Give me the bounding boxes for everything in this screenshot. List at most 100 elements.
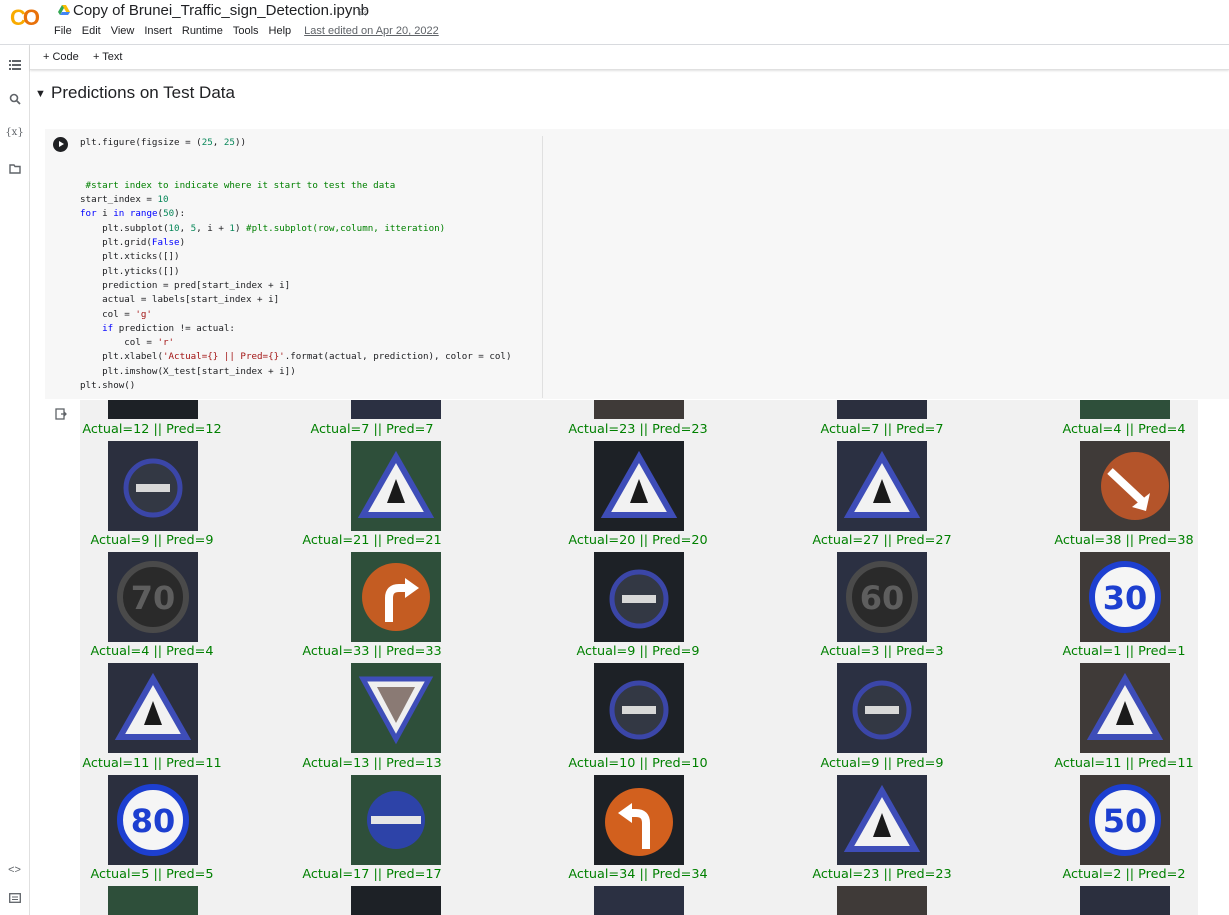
prediction-image: [351, 552, 441, 642]
code-line: plt.imshow(X_test[start_index + i]): [80, 365, 296, 377]
code-line: for i in range(50):: [80, 208, 186, 220]
prediction-label: Actual=34 || Pred=34: [568, 867, 708, 882]
prediction-image: 30: [1080, 552, 1170, 642]
code-line: plt.grid(False): [80, 237, 186, 249]
code-line: plt.xticks([]): [80, 251, 180, 263]
prediction-label: Actual=23 || Pred=23: [812, 867, 952, 882]
prediction-image: [837, 775, 927, 865]
code-line: #start index to indicate where it start …: [85, 179, 396, 191]
prediction-label: Actual=9 || Pred=9: [90, 533, 214, 548]
collapse-section-icon[interactable]: ▼: [35, 88, 46, 100]
prediction-label: Actual=12 || Pred=12: [82, 422, 222, 437]
svg-text:70: 70: [131, 579, 176, 617]
cell-output: Actual=12 || Pred=12 Actual=7 || Pred=7 Ac…: [80, 400, 1198, 915]
prediction-label: Actual=7 || Pred=7: [310, 422, 434, 437]
svg-text:80: 80: [131, 802, 176, 840]
search-icon[interactable]: [0, 93, 29, 108]
variables-icon[interactable]: {x}: [0, 127, 29, 138]
drive-icon: [58, 5, 70, 15]
menu-runtime[interactable]: Runtime: [182, 25, 223, 37]
prediction-image: 70: [108, 552, 198, 642]
prediction-image: [837, 441, 927, 531]
prediction-label: Actual=1 || Pred=1: [1062, 644, 1186, 659]
prediction-image: 80: [108, 775, 198, 865]
colab-logo[interactable]: CO: [10, 5, 40, 31]
prediction-image: [351, 775, 441, 865]
code-line: if prediction != actual:: [102, 322, 235, 334]
run-cell-button[interactable]: [53, 137, 68, 152]
prediction-label: Actual=4 || Pred=4: [90, 644, 214, 659]
prediction-image: [594, 400, 684, 419]
prediction-image: [837, 400, 927, 419]
prediction-image: [837, 886, 927, 915]
add-code-button[interactable]: + Code: [43, 51, 79, 63]
code-line: plt.show(): [80, 380, 136, 392]
prediction-image: [108, 400, 198, 419]
last-edited-link[interactable]: Last edited on Apr 20, 2022: [304, 25, 439, 37]
editor-ruler: [542, 136, 543, 398]
code-line: plt.yticks([]): [80, 265, 180, 277]
code-line: col = 'r': [80, 337, 175, 349]
prediction-image: [351, 663, 441, 753]
prediction-label: Actual=38 || Pred=38: [1054, 533, 1194, 548]
prediction-image: [594, 886, 684, 915]
prediction-image: [594, 552, 684, 642]
star-icon[interactable]: ☆: [356, 2, 369, 20]
prediction-label: Actual=7 || Pred=7: [820, 422, 944, 437]
prediction-label: Actual=27 || Pred=27: [812, 533, 952, 548]
prediction-image: [351, 441, 441, 531]
code-line: actual = labels[start_index + i]: [80, 294, 280, 306]
prediction-image: [594, 441, 684, 531]
prediction-image: [108, 663, 198, 753]
prediction-label: Actual=2 || Pred=2: [1062, 867, 1186, 882]
menu-tools[interactable]: Tools: [233, 25, 259, 37]
terminal-icon[interactable]: [0, 892, 29, 906]
prediction-image: [594, 775, 684, 865]
prediction-label: Actual=9 || Pred=9: [820, 756, 944, 771]
menu-bar: File Edit View Insert Runtime Tools Help…: [54, 25, 439, 37]
menu-insert[interactable]: Insert: [144, 25, 172, 37]
left-rail: {x} <>: [0, 45, 30, 915]
toc-icon[interactable]: [0, 59, 29, 73]
prediction-label: Actual=20 || Pred=20: [568, 533, 708, 548]
prediction-image: [108, 886, 198, 915]
prediction-image: [1080, 663, 1170, 753]
code-line: plt.figure(figsize = (25, 25)): [80, 137, 247, 148]
code-line: prediction = pred[start_index + i]: [80, 279, 291, 291]
prediction-image: [351, 886, 441, 915]
add-text-button[interactable]: + Text: [93, 51, 122, 63]
prediction-image: [108, 441, 198, 531]
code-line: start_index = 10: [80, 194, 169, 206]
prediction-label: Actual=11 || Pred=11: [1054, 756, 1194, 771]
prediction-image: [1080, 441, 1170, 531]
prediction-image: 50: [1080, 775, 1170, 865]
prediction-label: Actual=10 || Pred=10: [568, 756, 708, 771]
output-actions-icon[interactable]: [55, 408, 67, 423]
section-title: Predictions on Test Data: [51, 83, 235, 102]
code-editor[interactable]: plt.figure(figsize = (25, 25)) #start in…: [80, 136, 542, 393]
menu-edit[interactable]: Edit: [82, 25, 101, 37]
svg-text:30: 30: [1103, 579, 1148, 617]
notebook-title[interactable]: Copy of Brunei_Traffic_sign_Detection.ip…: [73, 2, 369, 19]
menu-help[interactable]: Help: [269, 25, 292, 37]
folder-icon[interactable]: [0, 163, 29, 177]
prediction-image: [837, 663, 927, 753]
app-header: CO Copy of Brunei_Traffic_sign_Detection…: [0, 0, 1229, 45]
prediction-image: [351, 400, 441, 419]
prediction-label: Actual=33 || Pred=33: [302, 644, 442, 659]
code-line: plt.xlabel('Actual={} || Pred={}'.format…: [80, 351, 512, 363]
prediction-label: Actual=9 || Pred=9: [576, 644, 700, 659]
code-line: plt.subplot(10, 5, i + 1) #plt.subplot(r…: [80, 222, 446, 234]
notebook-toolbar: + Code + Text: [30, 45, 1229, 70]
prediction-label: Actual=5 || Pred=5: [90, 867, 214, 882]
prediction-label: Actual=17 || Pred=17: [302, 867, 442, 882]
prediction-image: [1080, 400, 1170, 419]
prediction-label: Actual=3 || Pred=3: [820, 644, 944, 659]
menu-file[interactable]: File: [54, 25, 72, 37]
menu-view[interactable]: View: [111, 25, 135, 37]
prediction-label: Actual=11 || Pred=11: [82, 756, 222, 771]
code-line: col = 'g': [80, 308, 152, 320]
prediction-image: [594, 663, 684, 753]
svg-text:50: 50: [1103, 802, 1148, 840]
code-snippets-icon[interactable]: <>: [0, 864, 29, 876]
